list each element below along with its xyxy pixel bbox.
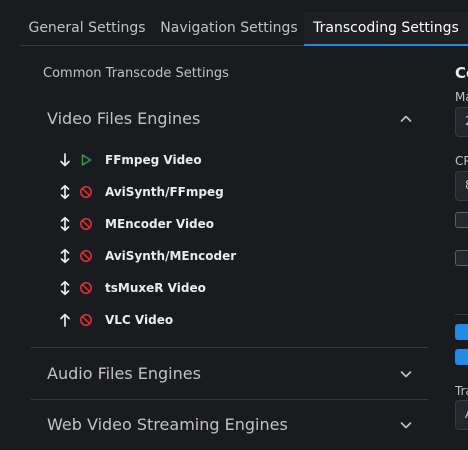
web-engines-label: Web Video Streaming Engines <box>47 415 288 434</box>
disabled-icon[interactable] <box>79 249 93 263</box>
play-icon[interactable] <box>79 153 93 167</box>
divider <box>31 347 428 348</box>
audio-engines-label: Audio Files Engines <box>47 364 201 383</box>
chevron-down-icon <box>400 371 412 378</box>
engine-row-vlc-video: VLC Video <box>57 304 357 336</box>
engine-name: VLC Video <box>105 313 174 327</box>
checkbox-checked[interactable] <box>455 349 468 365</box>
engine-row-avisynth-mencoder: AviSynth/MEncoder <box>57 240 357 272</box>
disabled-icon[interactable] <box>79 217 93 231</box>
disabled-icon[interactable] <box>79 313 93 327</box>
video-engines-label: Video Files Engines <box>47 109 201 128</box>
engine-row-tsmuxer-video: tsMuxeR Video <box>57 272 357 304</box>
panel-title: Co <box>455 64 468 82</box>
field-label: Tra <box>455 384 468 398</box>
engine-name: AviSynth/FFmpeg <box>105 185 224 199</box>
engine-row-ffmpeg-video: FFmpeg Video <box>57 144 357 176</box>
engine-row-mencoder-video: MEncoder Video <box>57 208 357 240</box>
engine-name: MEncoder Video <box>105 217 215 231</box>
active-tab-indicator <box>304 44 468 46</box>
chevron-down-icon <box>400 422 412 429</box>
up-down-arrow-icon[interactable] <box>57 216 73 232</box>
down-arrow-icon[interactable] <box>57 152 73 168</box>
checkbox[interactable] <box>455 212 468 228</box>
chevron-up-icon <box>400 115 412 122</box>
settings-tabs: General Settings Navigation Settings Tra… <box>20 12 468 46</box>
field-label: CP <box>455 154 468 168</box>
select-input[interactable]: A <box>455 400 468 430</box>
video-engines-header[interactable]: Video Files Engines <box>31 94 428 144</box>
right-settings-panel: Co Ma 2 CP 8 Tra A <box>455 60 468 450</box>
checkbox[interactable] <box>455 250 468 266</box>
disabled-icon[interactable] <box>79 281 93 295</box>
number-input[interactable]: 8 <box>455 171 468 201</box>
field-label: Ma <box>455 90 468 104</box>
divider <box>455 314 468 315</box>
common-transcode-settings-title: Common Transcode Settings <box>43 66 229 81</box>
up-down-arrow-icon[interactable] <box>57 248 73 264</box>
up-down-arrow-icon[interactable] <box>57 184 73 200</box>
checkbox-checked[interactable] <box>455 324 468 340</box>
engine-name: AviSynth/MEncoder <box>105 249 237 263</box>
up-down-arrow-icon[interactable] <box>57 280 73 296</box>
engine-name: FFmpeg Video <box>105 153 202 167</box>
audio-engines-header[interactable]: Audio Files Engines <box>31 349 428 399</box>
up-arrow-icon[interactable] <box>57 312 73 328</box>
engine-name: tsMuxeR Video <box>105 281 206 295</box>
web-engines-header[interactable]: Web Video Streaming Engines <box>31 400 428 450</box>
tab-transcoding-settings[interactable]: Transcoding Settings <box>304 12 468 44</box>
disabled-icon[interactable] <box>79 185 93 199</box>
engine-row-avisynth-ffmpeg: AviSynth/FFmpeg <box>57 176 357 208</box>
tab-general-settings[interactable]: General Settings <box>20 12 154 44</box>
tab-navigation-settings[interactable]: Navigation Settings <box>154 12 304 44</box>
number-input[interactable]: 2 <box>455 107 468 137</box>
